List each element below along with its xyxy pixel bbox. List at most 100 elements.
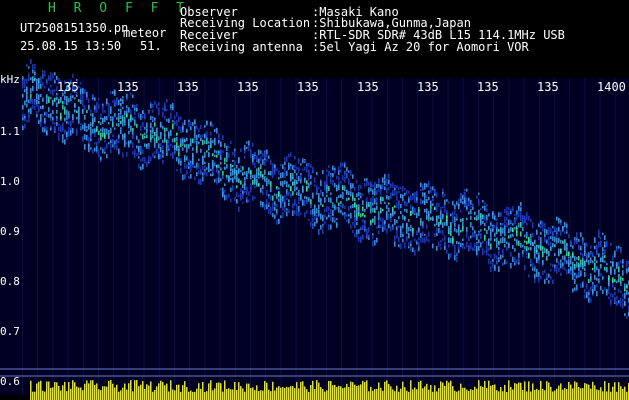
signal-dot xyxy=(332,173,334,178)
signal-dot xyxy=(408,227,410,232)
signal-dot xyxy=(544,233,546,237)
signal-dot xyxy=(72,73,74,78)
amplitude-bar xyxy=(220,383,222,400)
signal-dot xyxy=(320,213,322,220)
signal-dot xyxy=(538,271,540,277)
signal-dot xyxy=(182,122,184,126)
amplitude-bar xyxy=(82,390,84,400)
signal-dot xyxy=(178,116,180,120)
signal-dot xyxy=(266,190,268,196)
amplitude-bar xyxy=(250,388,252,400)
amplitude-bar xyxy=(364,382,366,400)
signal-dot xyxy=(564,244,566,250)
signal-dot xyxy=(568,234,570,239)
signal-dot xyxy=(560,263,562,269)
signal-dot xyxy=(226,163,228,169)
signal-dot xyxy=(198,170,200,175)
amplitude-bar xyxy=(456,391,458,400)
signal-dot xyxy=(158,102,160,106)
signal-dot xyxy=(500,226,502,233)
signal-dot xyxy=(612,255,614,261)
signal-dot xyxy=(550,241,552,246)
signal-dot xyxy=(186,156,188,161)
amplitude-bar xyxy=(92,380,94,400)
amplitude-bar xyxy=(396,385,398,400)
signal-dot xyxy=(336,222,338,226)
signal-dot xyxy=(204,134,206,139)
signal-dot xyxy=(236,169,238,174)
signal-dot xyxy=(112,134,114,138)
signal-dot xyxy=(346,172,348,178)
noise-column xyxy=(37,78,39,395)
signal-dot xyxy=(34,77,36,81)
signal-dot xyxy=(68,131,70,137)
signal-dot xyxy=(414,238,416,242)
noise-column xyxy=(310,78,312,395)
signal-dot xyxy=(372,236,374,239)
app-title: H R O F F T xyxy=(48,1,190,16)
signal-dot xyxy=(516,210,518,215)
signal-dot xyxy=(566,252,568,256)
signal-dot xyxy=(104,140,106,143)
amplitude-bar xyxy=(490,385,492,400)
signal-dot xyxy=(506,246,508,251)
signal-dot xyxy=(56,121,58,126)
signal-dot xyxy=(440,239,442,243)
signal-dot xyxy=(362,193,364,196)
signal-dot xyxy=(240,194,242,201)
signal-dot xyxy=(504,225,506,232)
signal-dot xyxy=(466,231,468,238)
signal-dot xyxy=(104,133,106,139)
signal-dot xyxy=(524,218,526,223)
signal-dot xyxy=(548,236,550,241)
signal-dot xyxy=(372,233,374,236)
signal-dot xyxy=(532,241,534,245)
signal-dot xyxy=(184,173,186,180)
signal-dot xyxy=(250,186,252,190)
signal-dot xyxy=(172,102,174,109)
signal-dot xyxy=(26,103,28,108)
amplitude-bar xyxy=(182,385,184,400)
signal-dot xyxy=(64,129,66,135)
signal-dot xyxy=(378,230,380,235)
signal-dot xyxy=(556,258,558,263)
signal-dot xyxy=(126,113,128,118)
signal-dot xyxy=(182,147,184,151)
signal-dot xyxy=(116,117,118,120)
noise-column xyxy=(174,78,175,395)
signal-dot xyxy=(260,187,262,192)
signal-dot xyxy=(22,113,24,118)
amplitude-bar xyxy=(432,391,434,400)
signal-dot xyxy=(396,185,398,189)
signal-dot xyxy=(410,194,412,201)
amplitude-bar xyxy=(612,386,614,400)
signal-dot xyxy=(214,178,216,183)
amplitude-bar xyxy=(454,390,456,400)
amplitude-bar xyxy=(584,383,586,400)
signal-dot xyxy=(206,150,208,153)
signal-dot xyxy=(376,183,378,189)
signal-dot xyxy=(518,222,520,228)
signal-dot xyxy=(338,176,340,181)
signal-dot xyxy=(360,238,362,244)
signal-dot xyxy=(284,161,286,165)
signal-dot xyxy=(146,162,148,166)
signal-dot xyxy=(568,256,570,259)
amplitude-bar xyxy=(616,391,618,400)
amplitude-bar xyxy=(444,385,446,400)
signal-dot xyxy=(358,197,360,201)
signal-dot xyxy=(604,235,606,241)
signal-dot xyxy=(216,168,218,173)
signal-dot xyxy=(486,204,488,207)
signal-dot xyxy=(520,207,522,212)
amplitude-bar xyxy=(90,380,92,400)
signal-dot xyxy=(272,195,274,201)
signal-dot xyxy=(274,206,276,211)
amplitude-bar xyxy=(276,387,278,400)
signal-dot xyxy=(388,207,390,212)
signal-dot xyxy=(266,201,268,205)
signal-dot xyxy=(218,139,220,144)
signal-dot xyxy=(200,124,202,130)
amplitude-bar xyxy=(240,386,242,400)
signal-dot xyxy=(40,114,42,120)
